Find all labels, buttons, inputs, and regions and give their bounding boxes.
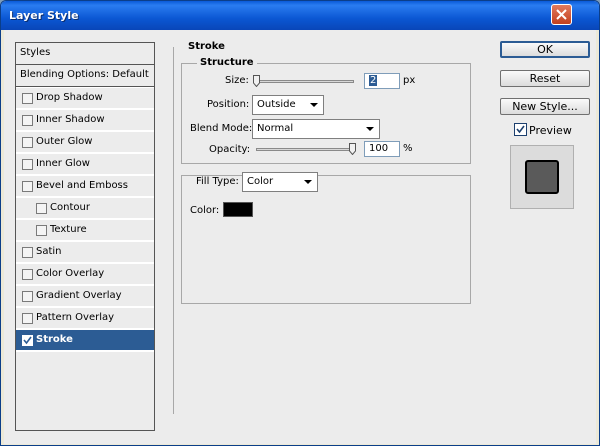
- position-select[interactable]: Outside: [252, 95, 324, 115]
- opacity-slider-track[interactable]: [256, 148, 356, 151]
- checkbox[interactable]: [22, 247, 33, 258]
- style-item-bevel-and-emboss[interactable]: Bevel and Emboss: [16, 176, 154, 197]
- reset-button[interactable]: Reset: [500, 70, 590, 87]
- style-item-pattern-overlay[interactable]: Pattern Overlay: [16, 308, 154, 329]
- size-unit: px: [403, 75, 416, 86]
- style-item-outer-glow[interactable]: Outer Glow: [16, 132, 154, 153]
- style-item-inner-glow[interactable]: Inner Glow: [16, 154, 154, 175]
- fill-type-label: Fill Type:: [194, 176, 241, 187]
- layer-style-dialog: Layer Style Styles Blending Options: Def…: [0, 0, 600, 446]
- new-style-button[interactable]: New Style...: [500, 98, 590, 115]
- preview-swatch: [525, 160, 559, 194]
- close-button[interactable]: [551, 4, 572, 25]
- size-input[interactable]: 2: [364, 73, 400, 89]
- checkbox[interactable]: [22, 93, 33, 104]
- preview-label: Preview: [529, 124, 572, 137]
- checkbox[interactable]: [22, 269, 33, 280]
- checkbox[interactable]: [22, 313, 33, 324]
- checkbox[interactable]: [36, 203, 47, 214]
- opacity-input[interactable]: 100: [364, 141, 400, 157]
- style-item-stroke[interactable]: Stroke: [16, 330, 154, 351]
- color-label: Color:: [190, 205, 220, 216]
- chevron-down-icon: [310, 103, 318, 107]
- style-item-texture[interactable]: Texture: [16, 220, 154, 241]
- title-bar[interactable]: Layer Style: [1, 1, 599, 30]
- blending-options-item[interactable]: Blending Options: Default: [16, 65, 154, 87]
- opacity-slider-thumb-icon[interactable]: [349, 143, 356, 155]
- checkmark-icon: [516, 125, 525, 134]
- checkbox[interactable]: [22, 181, 33, 192]
- blend-mode-select[interactable]: Normal: [252, 119, 380, 139]
- chevron-down-icon: [304, 180, 312, 184]
- style-item-contour[interactable]: Contour: [16, 198, 154, 219]
- fill-type-select[interactable]: Color: [242, 172, 318, 192]
- checkbox[interactable]: [36, 225, 47, 236]
- dialog-body: Styles Blending Options: Default Drop Sh…: [4, 30, 596, 444]
- position-label: Position:: [207, 99, 250, 110]
- checkbox[interactable]: [22, 291, 33, 302]
- fill-group: [181, 175, 471, 304]
- size-slider-track[interactable]: [256, 80, 354, 83]
- opacity-unit: %: [403, 143, 413, 154]
- preview-checkbox[interactable]: [514, 123, 527, 136]
- checkbox-checked[interactable]: [22, 335, 33, 346]
- size-label: Size:: [225, 75, 249, 86]
- style-item-satin[interactable]: Satin: [16, 242, 154, 263]
- checkbox[interactable]: [22, 159, 33, 170]
- color-swatch[interactable]: [223, 202, 253, 217]
- size-slider-thumb-icon[interactable]: [253, 75, 260, 87]
- style-item-drop-shadow[interactable]: Drop Shadow: [16, 88, 154, 109]
- blend-mode-label: Blend Mode:: [190, 123, 253, 134]
- window-title: Layer Style: [9, 9, 79, 22]
- style-item-gradient-overlay[interactable]: Gradient Overlay: [16, 286, 154, 307]
- checkbox[interactable]: [22, 115, 33, 126]
- preview-thumbnail: [510, 145, 574, 209]
- chevron-down-icon: [366, 127, 374, 131]
- structure-title: Structure: [197, 57, 257, 68]
- styles-header[interactable]: Styles: [16, 43, 154, 65]
- styles-list: Styles Blending Options: Default Drop Sh…: [15, 42, 155, 431]
- close-icon: [556, 9, 567, 20]
- checkbox[interactable]: [22, 137, 33, 148]
- style-item-inner-shadow[interactable]: Inner Shadow: [16, 110, 154, 131]
- ok-button[interactable]: OK: [500, 41, 590, 58]
- style-item-color-overlay[interactable]: Color Overlay: [16, 264, 154, 285]
- list-empty-area: [16, 352, 154, 430]
- checkmark-icon: [23, 336, 32, 345]
- opacity-label: Opacity:: [209, 144, 251, 155]
